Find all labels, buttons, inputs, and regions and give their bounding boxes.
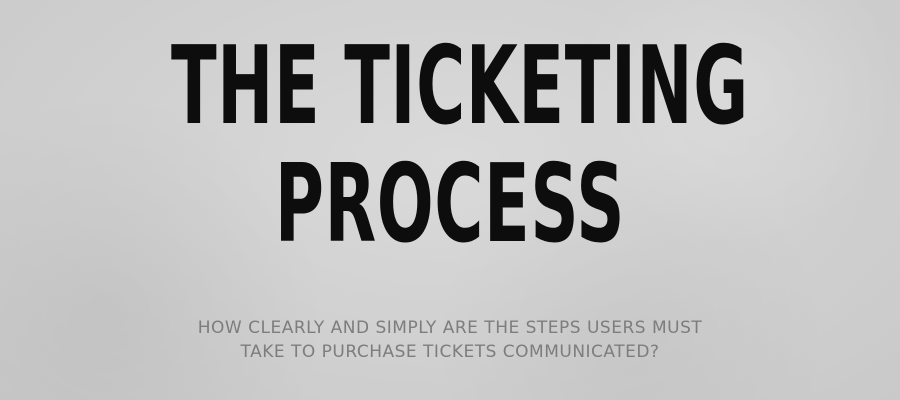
page-title-line-2: PROCESS (274, 142, 626, 267)
page-title: THE TICKETING PROCESS (0, 28, 900, 264)
subtitle-line-2: TAKE TO PURCHASE TICKETS COMMUNICATED? (240, 342, 660, 362)
page-title-line-1: THE TICKETING (171, 24, 749, 149)
subtitle: HOW CLEARLY AND SIMPLY ARE THE STEPS USE… (0, 316, 900, 364)
subtitle-line-1: HOW CLEARLY AND SIMPLY ARE THE STEPS USE… (197, 318, 703, 338)
